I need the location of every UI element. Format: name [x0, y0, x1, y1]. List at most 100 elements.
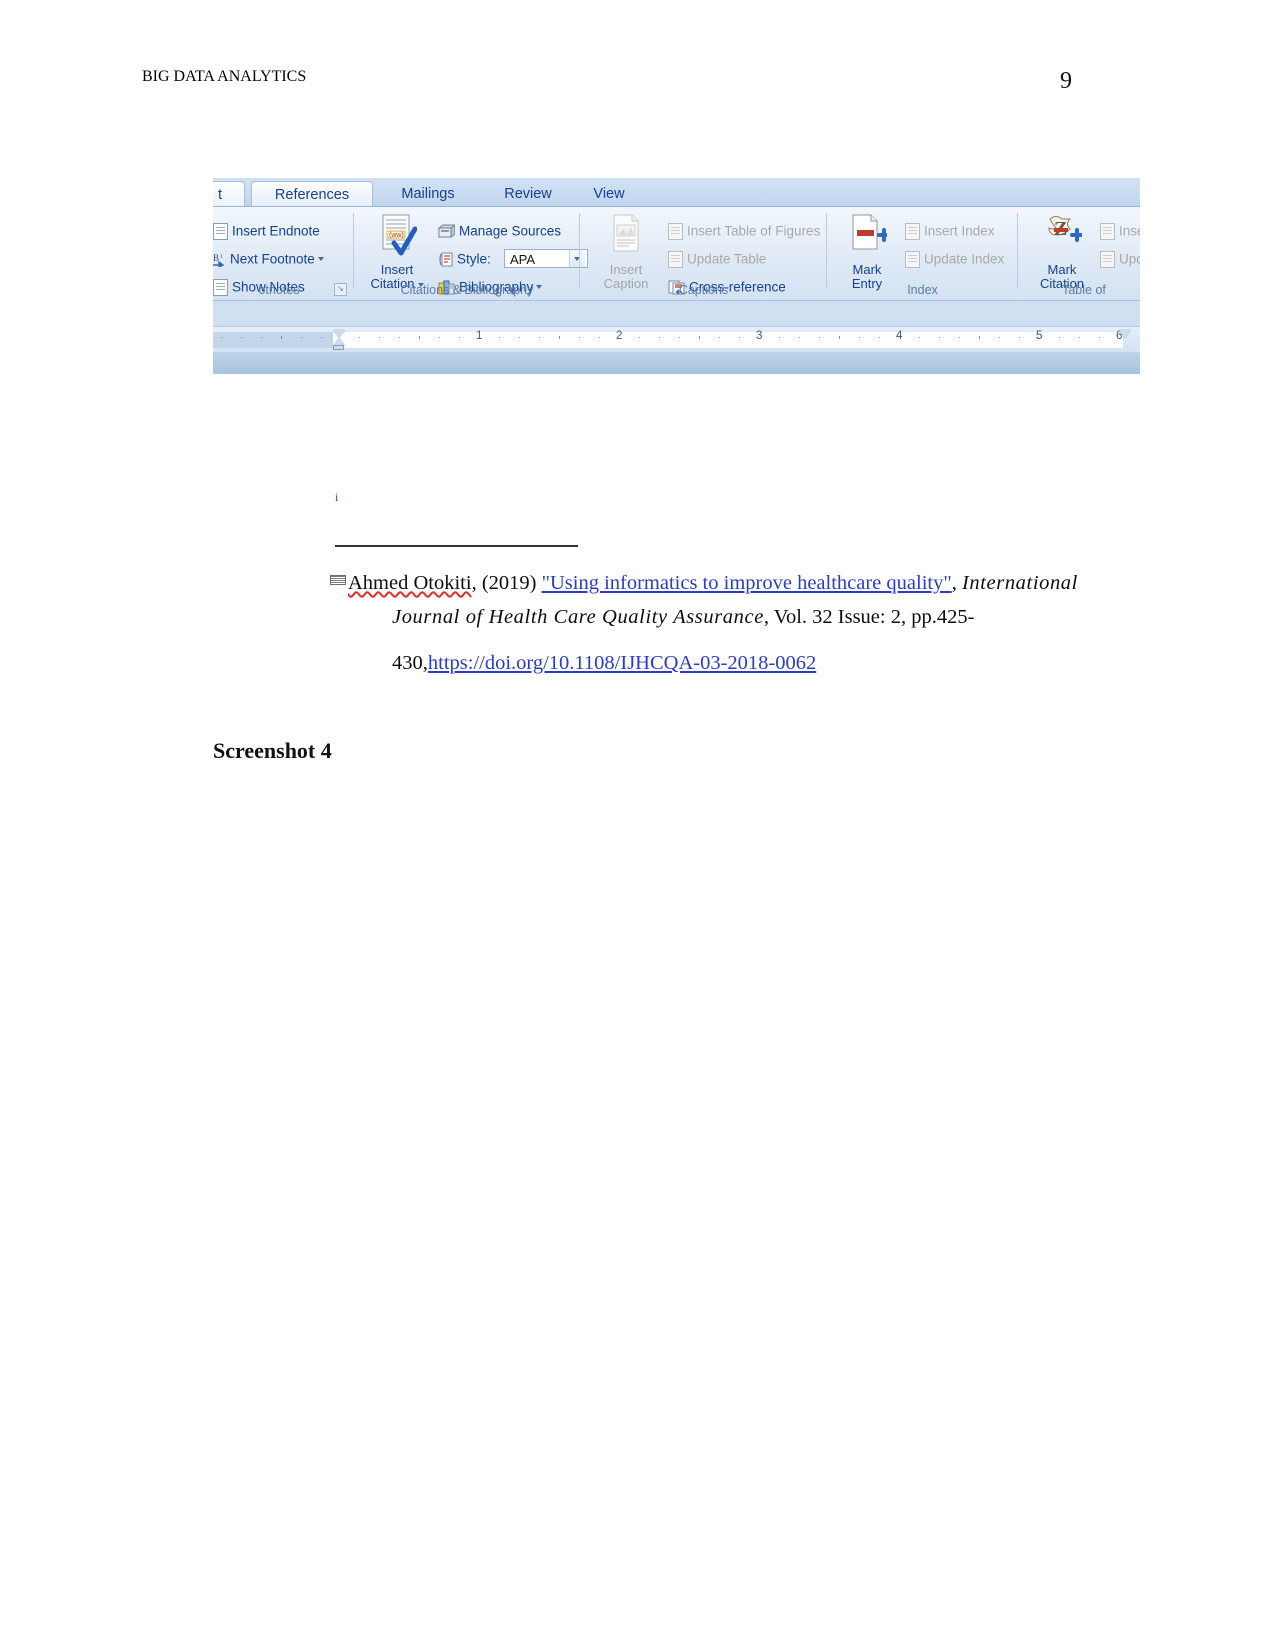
tab-references[interactable]: References	[251, 181, 373, 208]
first-line-indent-marker[interactable]	[333, 330, 345, 338]
next-footnote-item[interactable]: B 1 Next Footnote	[213, 249, 324, 269]
style-icon	[438, 252, 453, 267]
footnote-separator-line	[335, 545, 578, 547]
citation-journal-part1: International	[961, 572, 1078, 594]
ribbon-tab-strip: t References Mailings Review View	[213, 178, 1140, 208]
insert-caption-icon	[590, 213, 662, 262]
insert-table-of-authorities-item[interactable]: Insert	[1100, 221, 1140, 241]
citation-line-3: 430,https://doi.org/10.1108/IJHCQA-03-20…	[392, 652, 1112, 675]
update-table-of-authorities-label: Upda	[1119, 251, 1140, 267]
citation-doi-link[interactable]: https://doi.org/10.1108/IJHCQA-03-2018-0…	[428, 652, 816, 674]
update-index-label: Update Index	[924, 251, 1005, 267]
style-select[interactable]: APA	[504, 249, 588, 268]
style-item: Style:	[438, 249, 491, 269]
insert-table-of-authorities-icon	[1100, 222, 1115, 240]
citation-author: Ahmed Otokiti	[348, 572, 472, 594]
citation-title-link[interactable]: "Using informatics to improve healthcare…	[542, 572, 952, 594]
update-index-item[interactable]: Update Index	[905, 249, 1004, 269]
horizontal-ruler[interactable]: 1 2 3 4 5 6	[213, 326, 1140, 353]
tab-review[interactable]: Review	[486, 181, 570, 207]
insert-caption-label-line1: Insert	[609, 262, 643, 277]
group-label-citations: Citations & Bibliography	[400, 283, 534, 297]
group-divider-2	[579, 213, 580, 289]
citation-line-2: Journal of Health Care Quality Assurance…	[392, 606, 1112, 629]
insert-caption-button[interactable]: Insert Caption	[590, 213, 662, 291]
insert-table-of-authorities-label: Insert	[1119, 223, 1140, 239]
ruler-margin-left	[213, 332, 333, 348]
style-select-value: APA	[510, 252, 536, 267]
group-divider-1	[353, 213, 354, 289]
mark-citation-icon: Z	[1026, 213, 1098, 262]
next-footnote-glyph: B 1	[213, 253, 225, 269]
insert-table-of-figures-label: Insert Table of Figures	[687, 223, 821, 239]
next-footnote-caret-icon[interactable]	[317, 257, 324, 262]
tab-references-label: References	[274, 187, 350, 203]
next-footnote-icon: B 1	[213, 252, 226, 269]
group-label-index: Index	[907, 283, 938, 297]
update-index-icon	[905, 250, 920, 268]
footnote-reference-mark: i	[335, 490, 339, 504]
group-divider-4	[1017, 213, 1018, 289]
svg-text:1: 1	[220, 254, 223, 260]
ribbon-body: Insert Endnote B 1 Next Footnote Show No…	[213, 206, 1140, 301]
tab-insert-clipped[interactable]: t	[213, 181, 245, 208]
update-table-icon	[668, 250, 683, 268]
page-number: 9	[1060, 68, 1072, 94]
update-table-of-authorities-item[interactable]: Upda	[1100, 249, 1140, 269]
ruler-number-2: 2	[616, 330, 623, 342]
update-table-label: Update Table	[687, 251, 767, 267]
style-label: Style:	[457, 251, 491, 267]
right-indent-marker[interactable]	[1119, 330, 1131, 338]
ruler-number-3: 3	[756, 330, 763, 342]
update-table-of-authorities-icon	[1100, 250, 1115, 268]
insert-citation-label-line1: Insert	[380, 262, 414, 277]
svg-text:B: B	[213, 253, 219, 263]
mark-citation-button[interactable]: Z Mark Citation	[1026, 213, 1098, 291]
mark-entry-button[interactable]: Mark Entry	[835, 213, 899, 291]
group-label-table-of-authorities: Table of	[1062, 283, 1106, 297]
ribbon-group-table-of-authorities: Z Mark Citation Insert Upda Table of	[1020, 209, 1140, 298]
svg-text:(ww): (ww)	[389, 232, 404, 239]
insert-index-item[interactable]: Insert Index	[905, 221, 995, 241]
insert-citation-button[interactable]: (ww) Insert Citation	[362, 213, 432, 291]
tab-view[interactable]: View	[576, 181, 642, 207]
insert-index-icon	[905, 222, 920, 240]
mark-entry-label-line1: Mark	[852, 262, 882, 277]
mark-entry-icon	[835, 213, 899, 262]
ribbon-group-captions: Insert Caption Insert Table of Figures U…	[582, 209, 825, 298]
ruler-number-5: 5	[1036, 330, 1043, 342]
insert-endnote-item[interactable]: Insert Endnote	[213, 221, 320, 241]
citation-page-end: 430,	[392, 652, 428, 674]
ribbon-group-footnotes: Insert Endnote B 1 Next Footnote Show No…	[213, 209, 353, 298]
manage-sources-item[interactable]: Manage Sources	[437, 221, 562, 241]
tab-review-label: Review	[504, 186, 552, 202]
footnotes-dialog-launcher[interactable]: ↘	[334, 283, 347, 296]
left-indent-marker[interactable]	[333, 345, 344, 350]
tab-mailings[interactable]: Mailings	[378, 181, 478, 207]
insert-citation-icon: (ww)	[362, 213, 432, 262]
tab-mailings-label: Mailings	[401, 186, 455, 202]
update-table-item[interactable]: Update Table	[668, 249, 766, 269]
ruler-number-4: 4	[896, 330, 903, 342]
insert-index-label: Insert Index	[924, 223, 995, 239]
tab-insert-label: t	[217, 187, 223, 203]
citation-volume-pages: , Vol. 32 Issue: 2, pp.425-	[763, 606, 975, 628]
ribbon-group-index: Mark Entry Insert Index Update Index Ind…	[829, 209, 1016, 298]
insert-endnote-label: Insert Endnote	[232, 223, 320, 239]
page-header: BIG DATA ANALYTICS 9	[142, 68, 1072, 104]
next-footnote-label: Next Footnote	[230, 251, 315, 267]
manage-sources-label: Manage Sources	[459, 223, 562, 239]
tab-view-label: View	[593, 186, 625, 202]
insert-table-of-figures-icon	[668, 222, 683, 240]
group-label-captions: Captions	[678, 283, 729, 297]
ruler-number-1: 1	[476, 330, 483, 342]
citation-title-trailing: ,	[951, 572, 962, 594]
group-divider-3	[826, 213, 827, 289]
mark-citation-label-line1: Mark	[1047, 262, 1077, 277]
ruler-page-track	[333, 332, 1123, 348]
insert-table-of-figures-item[interactable]: Insert Table of Figures	[668, 221, 820, 241]
manage-sources-icon	[437, 223, 457, 239]
citation-line-1: Ahmed Otokiti, (2019) "Using informatics…	[330, 560, 1105, 606]
running-head: BIG DATA ANALYTICS	[142, 68, 307, 85]
group-label-footnotes: otnotes	[258, 283, 300, 297]
